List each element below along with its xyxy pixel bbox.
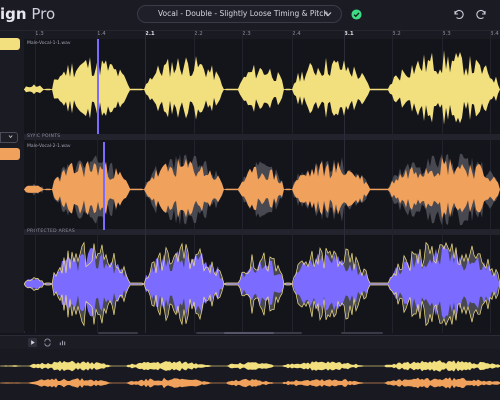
ruler-mark: 3.3 [442,31,451,37]
track-3-waveform [24,241,500,327]
chevron-down-icon [8,135,13,139]
ruler-mark: 3.1 [344,31,354,37]
top-bar: ign Pro Vocal - Double - Slightly Loose … [0,0,500,31]
track-2-filename: Male-Vocal-2-1.wav [27,144,71,149]
play-icon[interactable] [28,338,37,347]
timeline-ruler[interactable]: 1.3 1.4 2.1 2.2 2.3 2.4 3.1 3.2 3.3 3.4 [24,31,500,39]
ruler-mark: 2.2 [194,31,203,37]
track-1-button[interactable] [0,38,20,50]
track-2-dropdown[interactable] [0,132,18,143]
preset-selector[interactable]: Vocal - Double - Slightly Loose Timing &… [137,5,342,23]
undo-icon[interactable] [452,8,464,20]
overview-panel[interactable] [0,349,500,400]
transport-bar [0,335,500,349]
playhead[interactable] [97,39,99,134]
ruler-mark: 2.1 [145,31,155,37]
bars-icon[interactable] [58,338,67,347]
check-circle-icon [351,9,362,20]
sync-point-marker[interactable] [103,142,105,230]
ruler-mark: 1.4 [97,31,106,37]
chevron-down-icon [324,12,332,17]
preset-label: Vocal - Double - Slightly Loose Timing &… [158,9,329,18]
ruler-mark: 2.4 [292,31,301,37]
redo-icon[interactable] [476,8,488,20]
app-title: ign Pro [0,5,56,23]
overview-waveforms [0,360,500,389]
ruler-mark: 3.4 [490,31,499,37]
track-2-waveform [24,153,500,226]
ruler-mark: 1.3 [35,31,44,37]
track-1-waveform [24,50,500,125]
ruler-mark: 2.3 [242,31,251,37]
track-controls-column [0,31,25,333]
ruler-mark: 3.2 [392,31,401,37]
track-2-button[interactable] [0,148,20,160]
loop-icon[interactable] [43,338,52,347]
